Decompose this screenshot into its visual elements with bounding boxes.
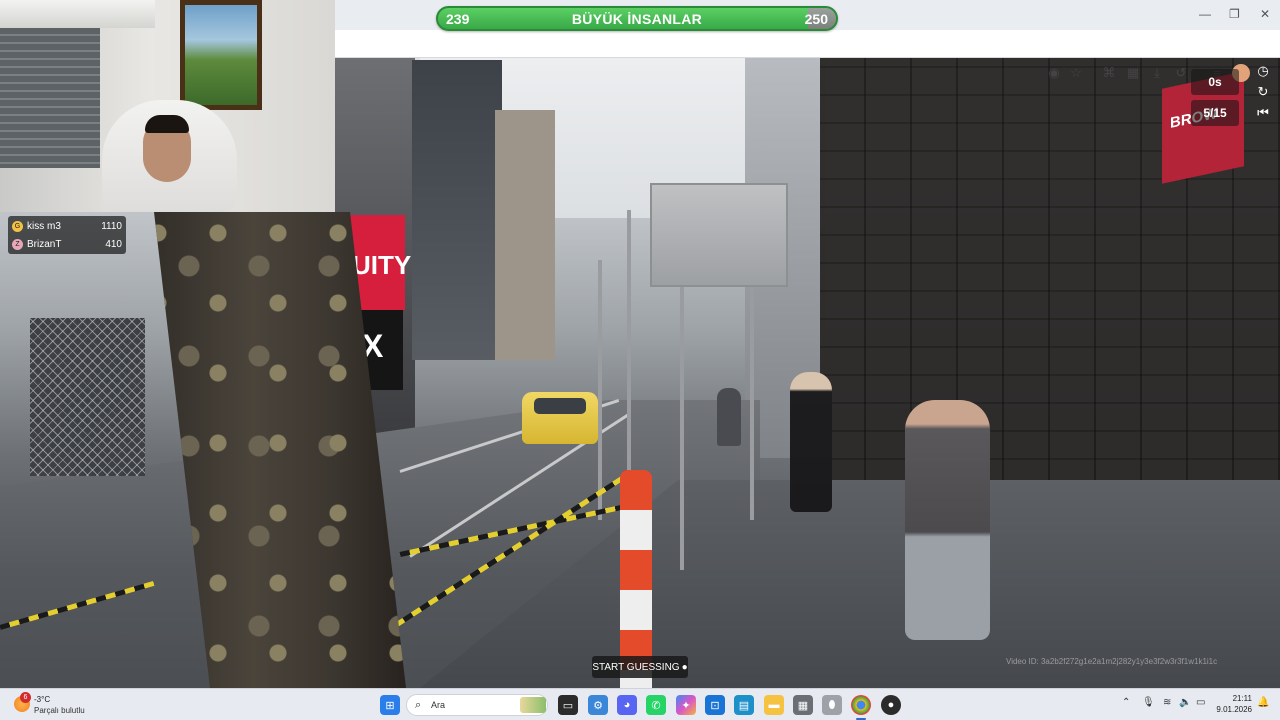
eye-off-icon[interactable]: ◉: [1045, 64, 1063, 82]
score-progress-banner: 239 BÜYÜK İNSANLAR 250: [436, 6, 838, 31]
construction-fence: [30, 318, 145, 476]
search-icon: ⌕: [415, 699, 422, 711]
star-icon[interactable]: ☆: [1067, 64, 1085, 82]
building-glass: [412, 60, 502, 360]
mouse-icon[interactable]: ⬮: [822, 695, 842, 715]
taskbar: 6 -3°C Parçalı bulutlu ⊞ ⌕ Ara ▭ ⚙ ◕ ✆ ✦…: [0, 688, 1280, 720]
weather-temperature: -3°C: [34, 695, 51, 704]
leaderboard-row: Z BrizanT 410: [12, 236, 126, 252]
pedestrian: [790, 372, 832, 512]
wifi-icon[interactable]: ≋: [1163, 697, 1171, 708]
copilot-icon[interactable]: ✦: [676, 695, 696, 715]
browser-toolbar: ◉ ☆ ⌘ ▦ ⤓ ↺ ≡ ⋮: [335, 30, 1280, 82]
chevron-up-icon[interactable]: ⌃: [1122, 697, 1130, 708]
yellow-taxi: [522, 392, 598, 444]
calculator-icon[interactable]: ▦: [793, 695, 813, 715]
sign-pole: [750, 280, 754, 520]
history-icon[interactable]: ↺: [1172, 64, 1190, 82]
sign-back: [650, 183, 788, 287]
notification-badge: 6: [20, 692, 31, 703]
player-score: 410: [105, 238, 122, 250]
screen: UITY X BROW — ❐ ✕ ◉ ☆ ⌘ ▦ ⤓ ↺ ≡ ⋮ 239 B: [0, 0, 1280, 720]
rank-badge-icon: Z: [12, 238, 23, 250]
webcam-overlay: [0, 0, 335, 212]
player-name: BrizanT: [27, 238, 62, 250]
translate-icon[interactable]: ⌘: [1100, 64, 1118, 82]
location-pin-icon: ●: [681, 661, 688, 673]
close-icon[interactable]: ✕: [1260, 7, 1270, 21]
banner-left-value: 239: [446, 10, 470, 27]
download-icon[interactable]: ⤓: [1148, 64, 1166, 82]
clock-icon[interactable]: ◷: [1253, 62, 1273, 80]
video-id-label: Video ID: 3a2b2f272g1e2a1m2j282y1y3e3f2w…: [1006, 657, 1218, 666]
wall-painting: [180, 0, 262, 110]
building-mid: [495, 110, 555, 360]
leaderboard-row: G kiss m3 1110: [12, 218, 126, 234]
taskbar-search[interactable]: ⌕ Ara: [406, 694, 548, 716]
rank-badge-icon: G: [12, 220, 23, 232]
pedestrian: [717, 388, 741, 446]
task-view-icon[interactable]: ▭: [558, 695, 578, 715]
timer-display: 0s: [1191, 69, 1239, 95]
discord-icon[interactable]: ◕: [617, 695, 637, 715]
system-clock[interactable]: 21:11 9.01.2026: [1214, 693, 1252, 715]
streamer-hair: [145, 115, 189, 133]
player-name: kiss m3: [27, 220, 61, 232]
battery-icon[interactable]: ▭: [1196, 697, 1205, 708]
chrome-icon[interactable]: [851, 695, 871, 715]
microphone-icon[interactable]: 🎙: [1142, 697, 1155, 708]
round-counter: 5/15: [1191, 100, 1239, 126]
pedestrian: [905, 400, 990, 640]
weather-widget[interactable]: 6 -3°C Parçalı bulutlu: [10, 692, 120, 718]
whatsapp-icon[interactable]: ✆: [646, 695, 666, 715]
skip-back-icon[interactable]: ⏮: [1253, 104, 1273, 122]
volume-icon[interactable]: 🔈: [1179, 697, 1191, 708]
window-blinds: [0, 28, 100, 168]
clock-date: 9.01.2026: [1216, 705, 1252, 714]
street-pole: [598, 260, 602, 520]
maximize-icon[interactable]: ❐: [1229, 7, 1240, 21]
clock-time: 21:11: [1232, 694, 1252, 703]
obs-icon[interactable]: ●: [881, 695, 901, 715]
folder-icon[interactable]: ▬: [764, 695, 784, 715]
curtain-rail: [0, 0, 155, 28]
photos-icon[interactable]: ▤: [734, 695, 754, 715]
banner-title: BÜYÜK İNSANLAR: [571, 10, 703, 27]
notification-bell-icon[interactable]: 🔔: [1257, 697, 1269, 708]
settings-icon[interactable]: ⚙: [588, 695, 608, 715]
windows-start-icon[interactable]: ⊞: [380, 695, 400, 715]
start-guessing-label: START GUESSING: [592, 661, 680, 673]
start-guessing-button[interactable]: START GUESSING ●: [592, 656, 688, 678]
search-placeholder: Ara: [431, 700, 446, 710]
refresh-icon[interactable]: ↻: [1253, 83, 1273, 101]
store-icon[interactable]: ⊡: [705, 695, 725, 715]
leaderboard: G kiss m3 1110 Z BrizanT 410: [8, 216, 126, 254]
minimize-icon[interactable]: —: [1199, 7, 1211, 21]
player-score: 1110: [101, 220, 122, 232]
banner-right-value: 250: [804, 10, 828, 27]
apps-icon[interactable]: ▦: [1124, 64, 1142, 82]
search-highlight-image: [520, 697, 546, 713]
game-panel: 0s 5/15 ◷ ↻ ⏮: [1191, 62, 1277, 126]
weather-condition: Parçalı bulutlu: [34, 706, 85, 715]
street-pole: [627, 210, 631, 490]
